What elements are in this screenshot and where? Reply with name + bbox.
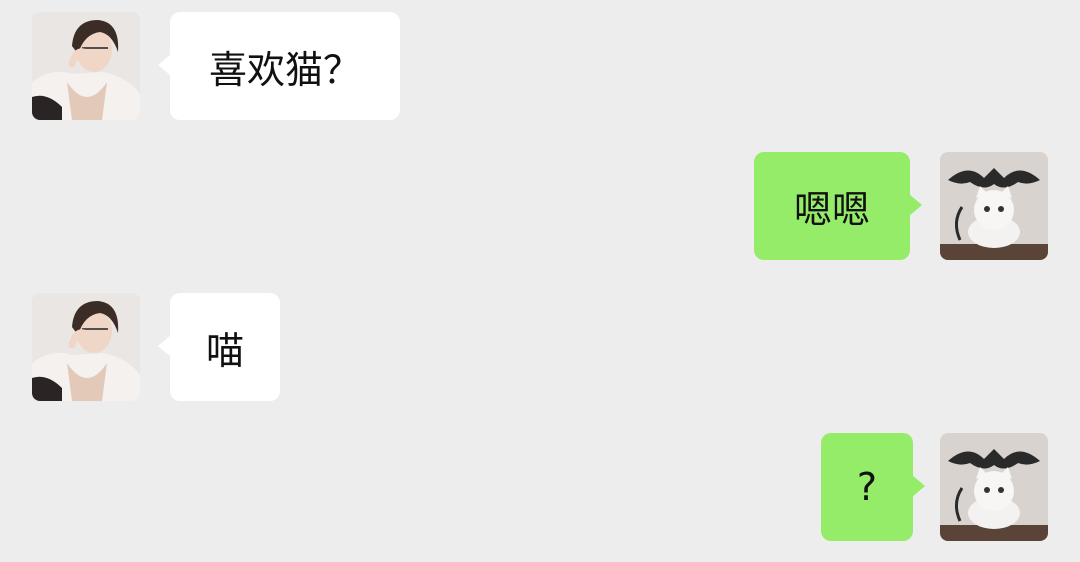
- my-avatar[interactable]: [940, 433, 1048, 541]
- message-text: 喵: [205, 328, 244, 373]
- chat-area: 喜欢猫？ 嗯嗯 喵 ?: [0, 0, 1080, 562]
- message-bubble[interactable]: 喜欢猫？: [158, 12, 400, 120]
- white-cat-devil-avatar-icon: [940, 152, 1048, 260]
- contact-avatar[interactable]: [32, 12, 140, 120]
- my-avatar[interactable]: [940, 152, 1048, 260]
- message-text: 喜欢猫？: [208, 47, 361, 92]
- message-bubble[interactable]: ?: [821, 433, 925, 541]
- bubble-tail: [158, 54, 171, 76]
- message-row-outgoing: ?: [821, 433, 1048, 541]
- message-text: ?: [856, 465, 878, 509]
- bubble-tail: [158, 335, 171, 357]
- message-bubble[interactable]: 嗯嗯: [754, 152, 922, 260]
- anime-man-avatar-icon: [32, 12, 140, 120]
- contact-avatar[interactable]: [32, 293, 140, 401]
- anime-man-avatar-icon: [32, 293, 140, 401]
- bubble-tail: [912, 475, 925, 497]
- message-row-incoming: 喵: [32, 293, 282, 401]
- message-text: 嗯嗯: [793, 187, 870, 232]
- message-row-incoming: 喜欢猫？: [32, 12, 402, 120]
- message-bubble[interactable]: 喵: [158, 293, 280, 401]
- white-cat-devil-avatar-icon: [940, 433, 1048, 541]
- bubble-tail: [909, 194, 922, 216]
- message-row-outgoing: 嗯嗯: [754, 152, 1048, 260]
